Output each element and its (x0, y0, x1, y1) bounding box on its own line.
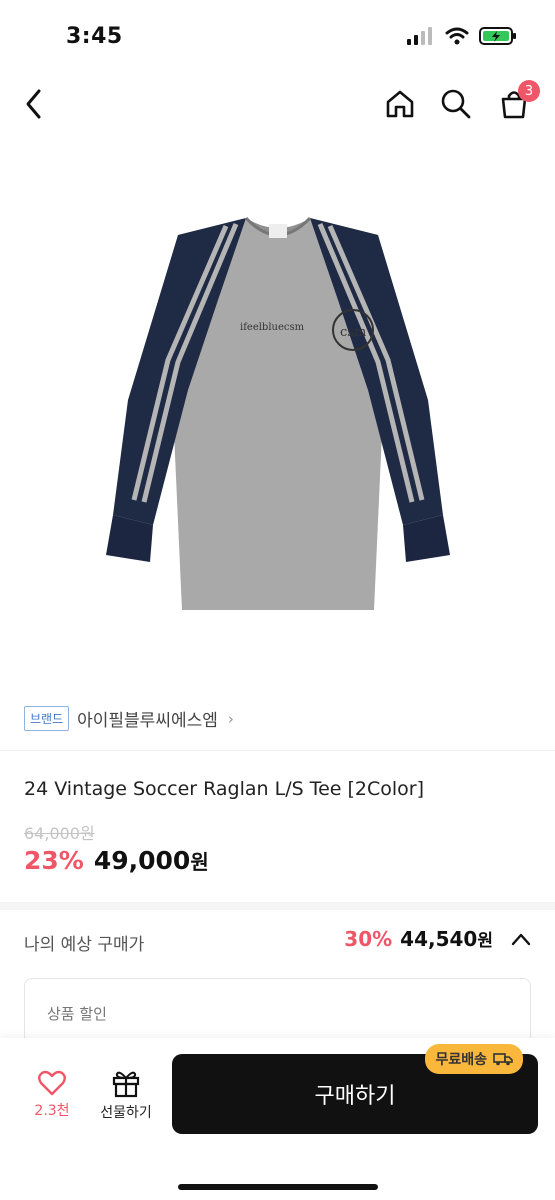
product-image[interactable]: ifeelbluecsm csm (0, 150, 555, 670)
expected-price: 44,540 (400, 927, 478, 951)
top-nav: 3 (0, 72, 555, 132)
chevron-right-icon: › (227, 709, 234, 728)
expected-price-row[interactable]: 나의 예상 구매가 30% 44,540원 (24, 926, 531, 956)
expected-price-unit: 원 (477, 931, 493, 951)
expected-discount-rate: 30% (344, 927, 393, 951)
product-title: 24 Vintage Soccer Raglan L/S Tee [2Color… (24, 778, 425, 800)
discount-rate: 23% (24, 846, 84, 875)
brand-name: 아이필블루씨에스엠 (77, 711, 218, 731)
truck-icon (493, 1053, 513, 1066)
home-button[interactable] (380, 84, 420, 124)
free-shipping-badge: 무료배송 (425, 1044, 523, 1074)
like-button[interactable]: 2.3천 (26, 1070, 78, 1120)
gift-label: 선물하기 (100, 1105, 152, 1121)
gift-button[interactable]: 선물하기 (92, 1068, 160, 1122)
chest-print-text: ifeelbluecsm (240, 322, 305, 333)
brand-link[interactable]: 브랜드 아이필블루씨에스엠 › (24, 706, 234, 731)
cart-count-badge: 3 (518, 80, 540, 102)
status-bar: 3:45 (0, 0, 555, 70)
battery-icon (479, 27, 516, 45)
price-row: 23% 49,000원 (24, 846, 209, 875)
raglan-tee-illustration: ifeelbluecsm csm (105, 216, 450, 610)
expected-price-label: 나의 예상 구매가 (24, 935, 145, 955)
product-discount-label: 상품 할인 (47, 1005, 107, 1023)
gift-icon (112, 1071, 140, 1098)
chest-logo-text: csm (340, 325, 366, 340)
chevron-left-icon (26, 89, 41, 119)
bottom-action-bar: 2.3천 선물하기 구매하기 무료배송 (0, 1038, 555, 1200)
expected-price-values: 30% 44,540원 (344, 926, 531, 951)
sale-price-group: 49,000원 (94, 846, 209, 875)
heart-icon (38, 1070, 66, 1096)
chevron-up-icon[interactable] (511, 932, 531, 946)
section-divider (0, 902, 555, 910)
free-shipping-label: 무료배송 (435, 1052, 487, 1068)
wifi-icon (445, 27, 469, 45)
back-button[interactable] (14, 84, 54, 124)
sale-price-unit: 원 (190, 850, 209, 874)
search-button[interactable] (436, 84, 476, 124)
search-icon (441, 89, 471, 119)
like-count: 2.3천 (34, 1103, 70, 1119)
status-time: 3:45 (66, 24, 123, 49)
sale-price: 49,000 (93, 846, 191, 875)
cart-button[interactable]: 3 (494, 80, 540, 124)
brand-tag: 브랜드 (24, 706, 70, 731)
signal-icon (407, 27, 432, 45)
status-icons (407, 26, 517, 46)
home-icon (386, 90, 414, 118)
home-indicator (178, 1184, 378, 1190)
divider (0, 750, 555, 751)
original-price: 64,000원 (24, 824, 95, 843)
